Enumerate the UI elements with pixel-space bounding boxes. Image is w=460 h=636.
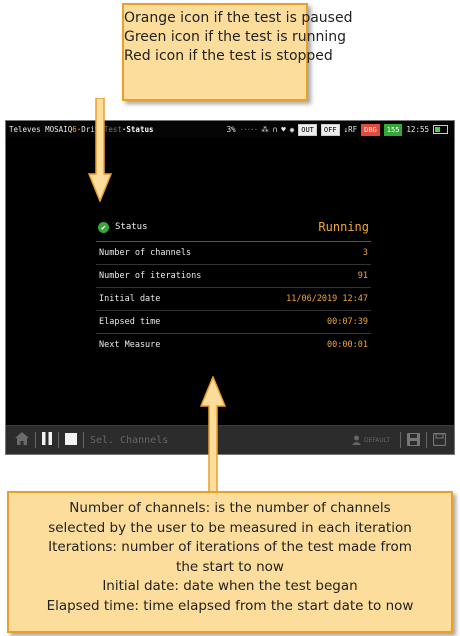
row-initial-date: Initial date 11/06/2019 12:47 xyxy=(96,288,371,311)
divider xyxy=(58,432,59,448)
arrow-to-fields xyxy=(200,376,226,494)
status-value: Running xyxy=(318,220,369,234)
off-badge[interactable]: OFF xyxy=(320,123,340,136)
row-value: 91 xyxy=(357,271,368,281)
user-icon xyxy=(352,435,361,445)
row-next-measure: Next Measure 00:00:01 xyxy=(96,334,371,356)
status-label: Status xyxy=(115,222,148,232)
row-label: Initial date xyxy=(99,294,161,304)
row-label: Number of channels xyxy=(99,248,192,258)
rf-indicator: ↓RF xyxy=(343,125,358,134)
row-value: 00:00:01 xyxy=(327,340,368,350)
status-header: ✔ Status Running xyxy=(96,213,371,242)
callout-line: the start to now xyxy=(176,558,284,575)
default-profile[interactable]: DEFAULT xyxy=(352,435,390,445)
out-badge[interactable]: OUT xyxy=(298,123,317,136)
clock: 12:55 xyxy=(406,125,429,134)
divider xyxy=(400,432,401,448)
save-as-icon[interactable] xyxy=(432,431,447,450)
callout-line: Red icon if the test is stopped xyxy=(124,48,333,64)
brand-text: Televes MOSAIQ xyxy=(9,125,73,134)
default-label: DEFAULT xyxy=(364,436,390,444)
divider xyxy=(35,432,36,448)
row-label: Number of iterations xyxy=(99,271,202,281)
headphones-icon: ∩ xyxy=(272,125,278,134)
callout-line: selected by the user to be measured in e… xyxy=(48,519,412,536)
divider xyxy=(426,432,427,448)
home-icon[interactable] xyxy=(15,432,29,448)
status-panel: ✔ Status Running Number of channels 3 Nu… xyxy=(96,213,371,356)
device-screen: Televes MOSAIQ6·DriveTest·Status 3% ····… xyxy=(5,120,455,455)
pause-icon[interactable] xyxy=(42,432,52,448)
divider xyxy=(83,432,84,448)
signal-percent: 3% xyxy=(226,125,236,134)
location-icon: ♥ xyxy=(281,125,286,134)
callout-line: Iterations: number of iterations of the … xyxy=(48,539,412,555)
battery-icon xyxy=(433,125,448,134)
callout-line: Number of channels: is the number of cha… xyxy=(69,500,391,516)
row-value: 3 xyxy=(362,248,368,258)
row-label: Next Measure xyxy=(99,340,161,350)
callout-line: Initial date: date when the test began xyxy=(102,578,358,594)
callout-status-icon: Orange icon if the test is paused Green … xyxy=(122,3,353,101)
row-number-of-iterations: Number of iterations 91 xyxy=(96,265,371,288)
breadcrumb: Televes MOSAIQ6·DriveTest·Status xyxy=(9,125,154,134)
callout-fields-explanation: Number of channels: is the number of cha… xyxy=(7,491,453,633)
callout-line: Elapsed time: time elapsed from the star… xyxy=(46,597,414,614)
callout-line: Green icon if the test is running xyxy=(124,29,347,45)
signal-bars-icon: ····· xyxy=(239,125,259,134)
sel-channels-button[interactable]: Sel. Channels xyxy=(90,435,168,446)
row-number-of-channels: Number of channels 3 xyxy=(96,242,371,265)
network-icon: ⁂ xyxy=(261,125,269,134)
callout-line: Orange icon if the test is paused xyxy=(124,10,353,26)
row-elapsed-time: Elapsed time 00:07:39 xyxy=(96,311,371,334)
status-bar: Televes MOSAIQ6·DriveTest·Status 3% ····… xyxy=(6,121,454,138)
check-circle-icon: ✔ xyxy=(98,221,109,233)
status-indicators: 3% ····· ⁂ ∩ ♥ ◉ OUT OFF ↓RF DBG 155 12:… xyxy=(227,123,448,136)
stop-icon[interactable] xyxy=(65,432,77,448)
row-value: 11/06/2019 12:47 xyxy=(286,294,368,304)
breadcrumb-status: ·Status xyxy=(121,125,154,134)
dbg-badge: DBG xyxy=(361,123,380,136)
row-value: 00:07:39 xyxy=(327,317,368,327)
arrow-to-status-icon xyxy=(88,98,112,202)
save-icon[interactable] xyxy=(407,431,420,450)
count-badge: 155 xyxy=(383,123,403,136)
bottom-toolbar: Sel. Channels DEFAULT xyxy=(6,425,454,454)
gps-icon: ◉ xyxy=(289,125,295,134)
row-label: Elapsed time xyxy=(99,317,161,327)
